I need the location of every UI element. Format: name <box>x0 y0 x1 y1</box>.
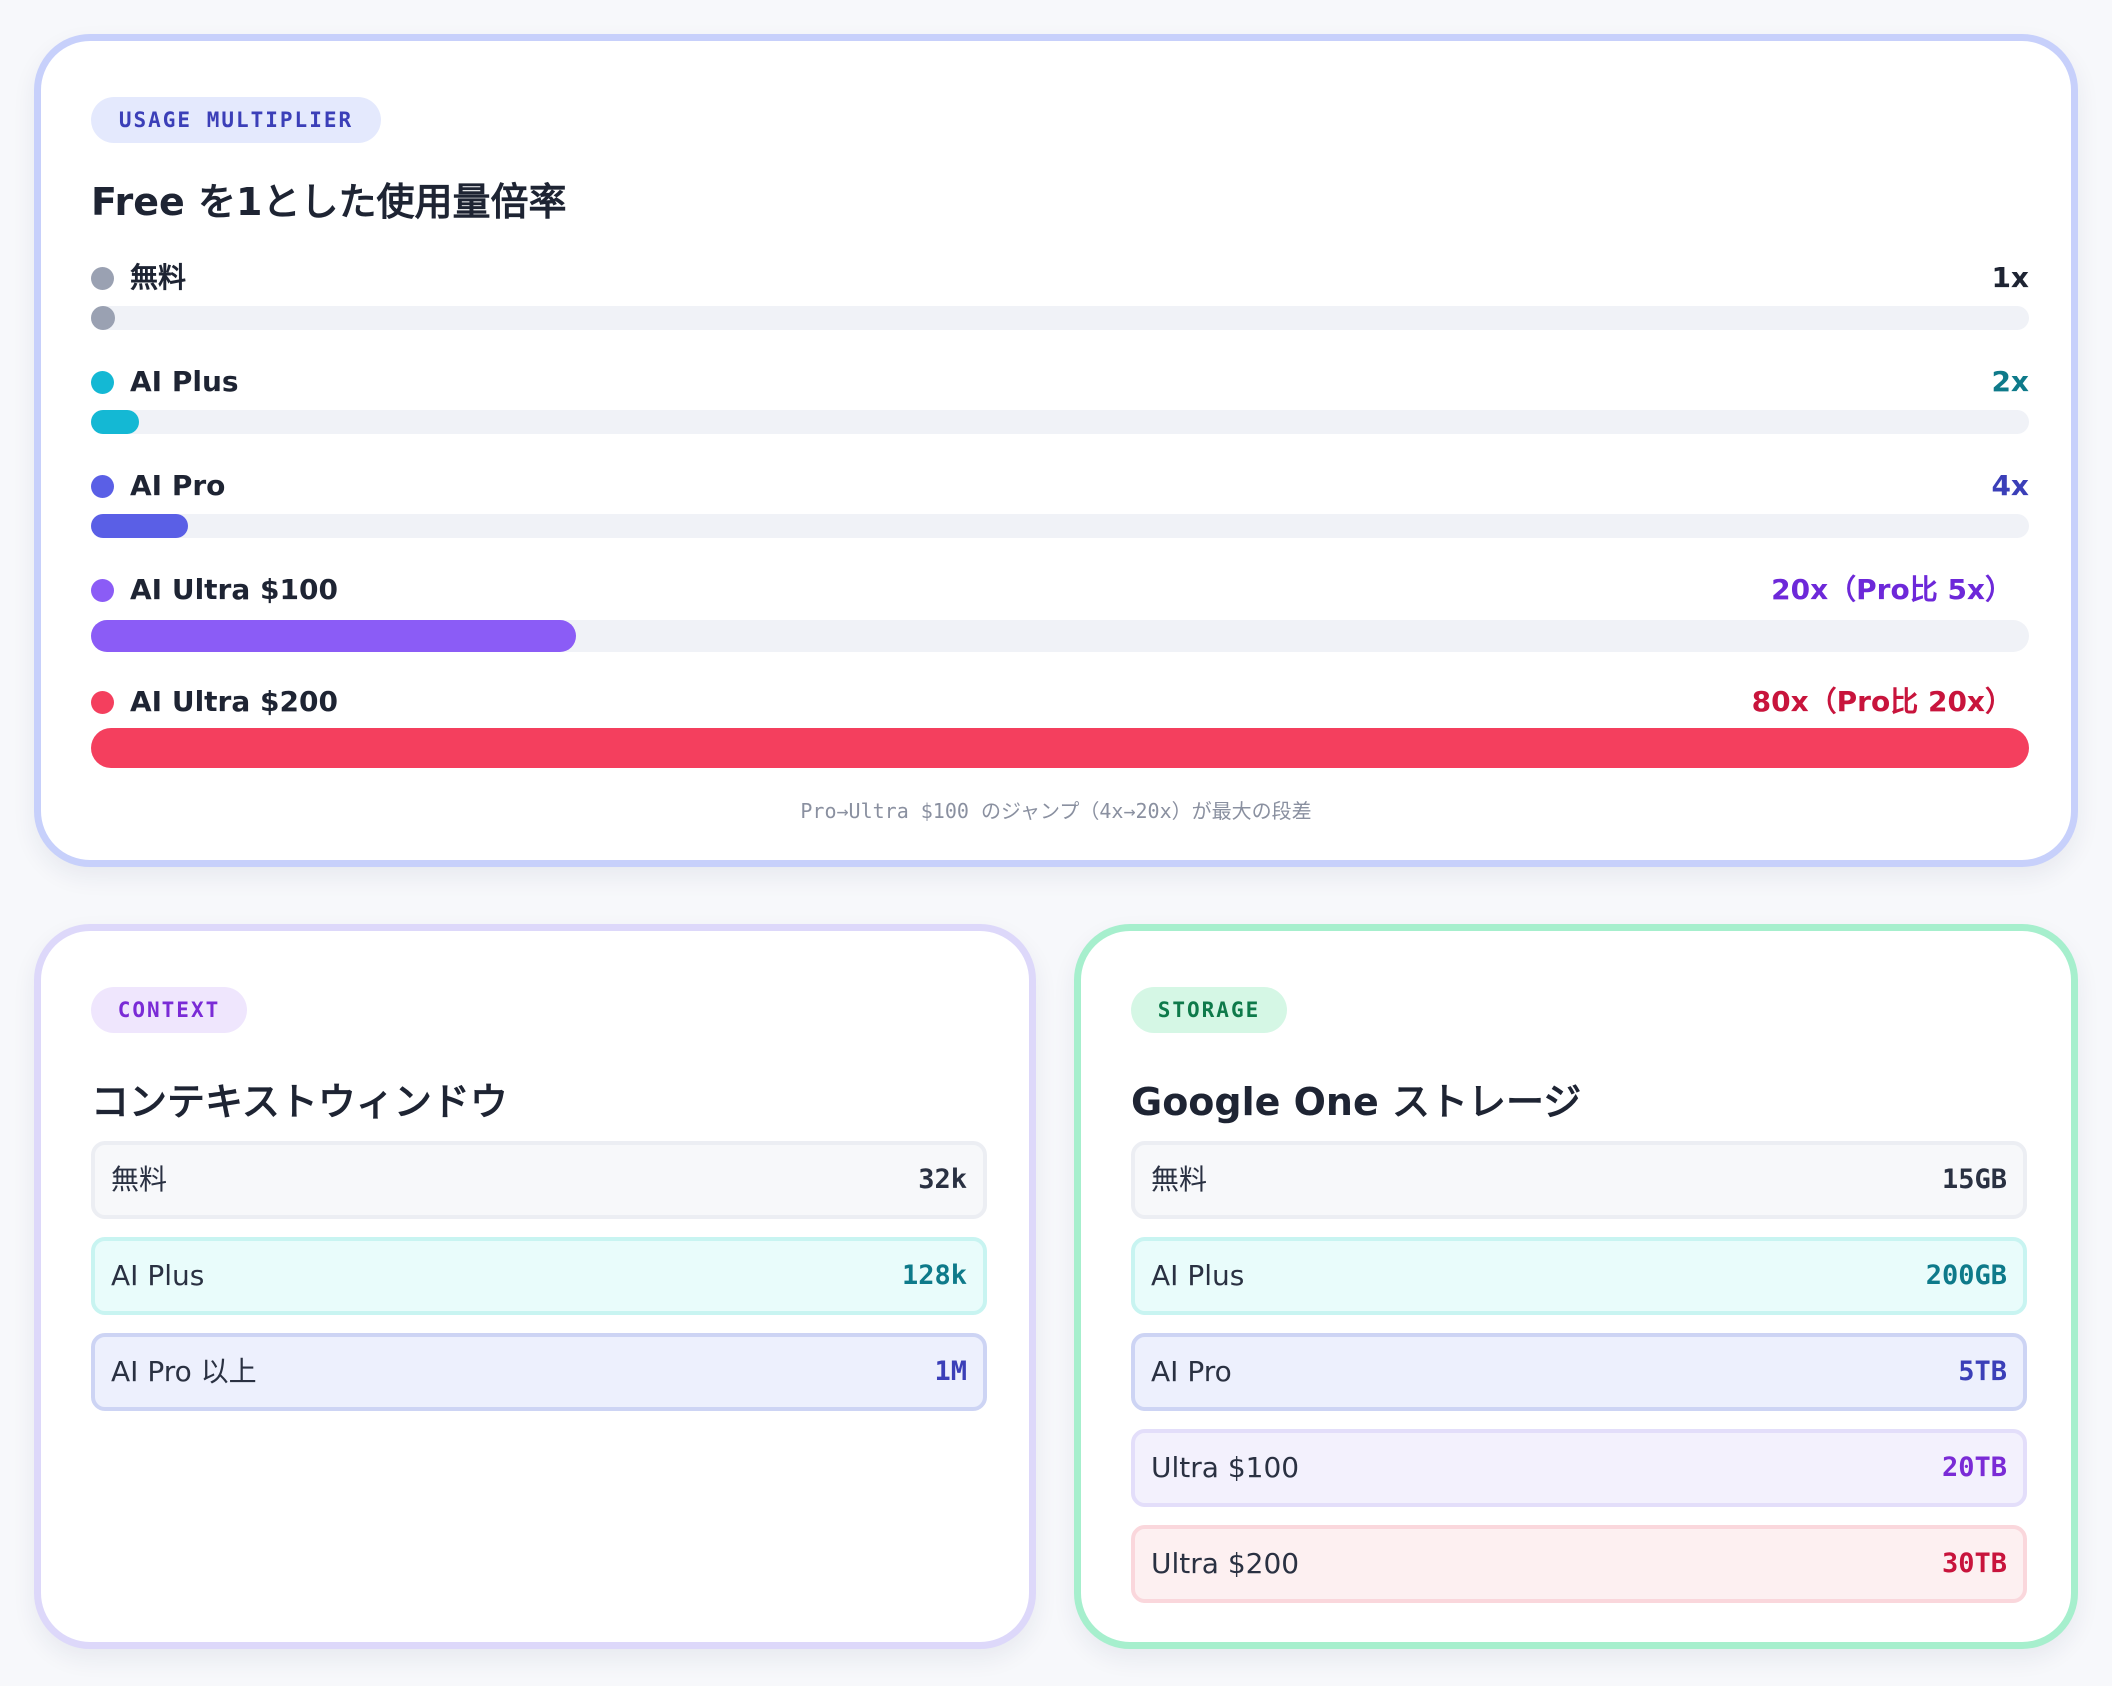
usage-multiplier-title: Free を1とした使用量倍率 <box>91 180 567 224</box>
tier-label: AI Plus <box>1151 1259 1245 1292</box>
usage-bar-fill <box>91 620 576 652</box>
usage-row-free: 無料 1x <box>91 258 2029 330</box>
storage-badge: STORAGE <box>1131 987 1287 1033</box>
context-badge: CONTEXT <box>91 987 247 1033</box>
tier-dot-icon <box>91 475 114 498</box>
storage-row-ultra-100: Ultra $100 20TB <box>1131 1429 2027 1507</box>
tier-dot-icon <box>91 371 114 394</box>
usage-multiplier-card: USAGE MULTIPLIER Free を1とした使用量倍率 無料 1x A… <box>34 34 2078 867</box>
tier-value: 15GB <box>1941 1164 2007 1195</box>
usage-bar-track <box>91 728 2029 768</box>
usage-row-ai-ultra-200: AI Ultra $200 80x（Pro比 20x） <box>91 682 2029 768</box>
storage-row-free: 無料 15GB <box>1131 1141 2027 1219</box>
tier-value: 1M <box>934 1356 967 1387</box>
storage-row-ai-plus: AI Plus 200GB <box>1131 1237 2027 1315</box>
tier-label: Ultra $200 <box>1151 1547 1300 1580</box>
tier-label: 無料 <box>111 1163 168 1196</box>
tier-value: 5TB <box>1958 1356 2007 1387</box>
usage-bar-track <box>91 620 2029 652</box>
tier-label: Ultra $100 <box>1151 1451 1300 1484</box>
tier-dot-icon <box>91 691 114 714</box>
usage-row-value: 80x（Pro比 20x） <box>1751 685 2013 718</box>
usage-row-ai-pro: AI Pro 4x <box>91 466 2029 538</box>
tier-dot-icon <box>91 267 114 290</box>
usage-row-name: AI Ultra $200 <box>130 685 338 718</box>
tier-value: 20TB <box>1941 1452 2007 1483</box>
tier-value: 30TB <box>1941 1548 2007 1579</box>
context-window-card: CONTEXT コンテキストウィンドウ 無料 32k AI Plus 128k … <box>34 924 1036 1649</box>
usage-bar-fill <box>91 728 2029 768</box>
tier-label: AI Pro 以上 <box>111 1355 257 1388</box>
usage-bar-fill <box>91 306 116 330</box>
context-row-ai-plus: AI Plus 128k <box>91 1237 987 1315</box>
usage-bar-track <box>91 410 2029 434</box>
tier-label: AI Plus <box>111 1259 205 1292</box>
usage-row-name: AI Pro <box>130 469 226 502</box>
tier-label: 無料 <box>1151 1163 1208 1196</box>
usage-row-name: AI Ultra $100 <box>130 573 338 606</box>
usage-multiplier-badge: USAGE MULTIPLIER <box>91 97 381 143</box>
tier-value: 200GB <box>1925 1260 2007 1291</box>
usage-row-name: 無料 <box>130 261 187 294</box>
storage-row-ai-pro: AI Pro 5TB <box>1131 1333 2027 1411</box>
context-row-ai-pro-plus: AI Pro 以上 1M <box>91 1333 987 1411</box>
storage-title: Google One ストレージ <box>1131 1080 1582 1124</box>
usage-row-ai-plus: AI Plus 2x <box>91 362 2029 434</box>
tier-value: 32k <box>918 1164 967 1195</box>
tier-dot-icon <box>91 579 114 602</box>
tier-label: AI Pro <box>1151 1355 1232 1388</box>
usage-bar-fill <box>91 410 140 434</box>
storage-card: STORAGE Google One ストレージ 無料 15GB AI Plus… <box>1074 924 2078 1649</box>
usage-row-ai-ultra-100: AI Ultra $100 20x（Pro比 5x） <box>91 570 2029 652</box>
usage-footnote: Pro→Ultra $100 のジャンプ（4x→20x）が最大の段差 <box>800 799 1312 823</box>
usage-bar-track <box>91 306 2029 330</box>
usage-row-value: 1x <box>1991 261 2029 294</box>
storage-row-ultra-200: Ultra $200 30TB <box>1131 1525 2027 1603</box>
usage-row-value: 2x <box>1991 365 2029 398</box>
usage-row-name: AI Plus <box>130 365 239 398</box>
usage-bar-track <box>91 514 2029 538</box>
context-row-free: 無料 32k <box>91 1141 987 1219</box>
usage-row-value: 20x（Pro比 5x） <box>1771 573 2013 606</box>
usage-row-value: 4x <box>1991 469 2029 502</box>
tier-value: 128k <box>901 1260 967 1291</box>
usage-bar-fill <box>91 514 188 538</box>
context-window-title: コンテキストウィンドウ <box>91 1080 508 1124</box>
